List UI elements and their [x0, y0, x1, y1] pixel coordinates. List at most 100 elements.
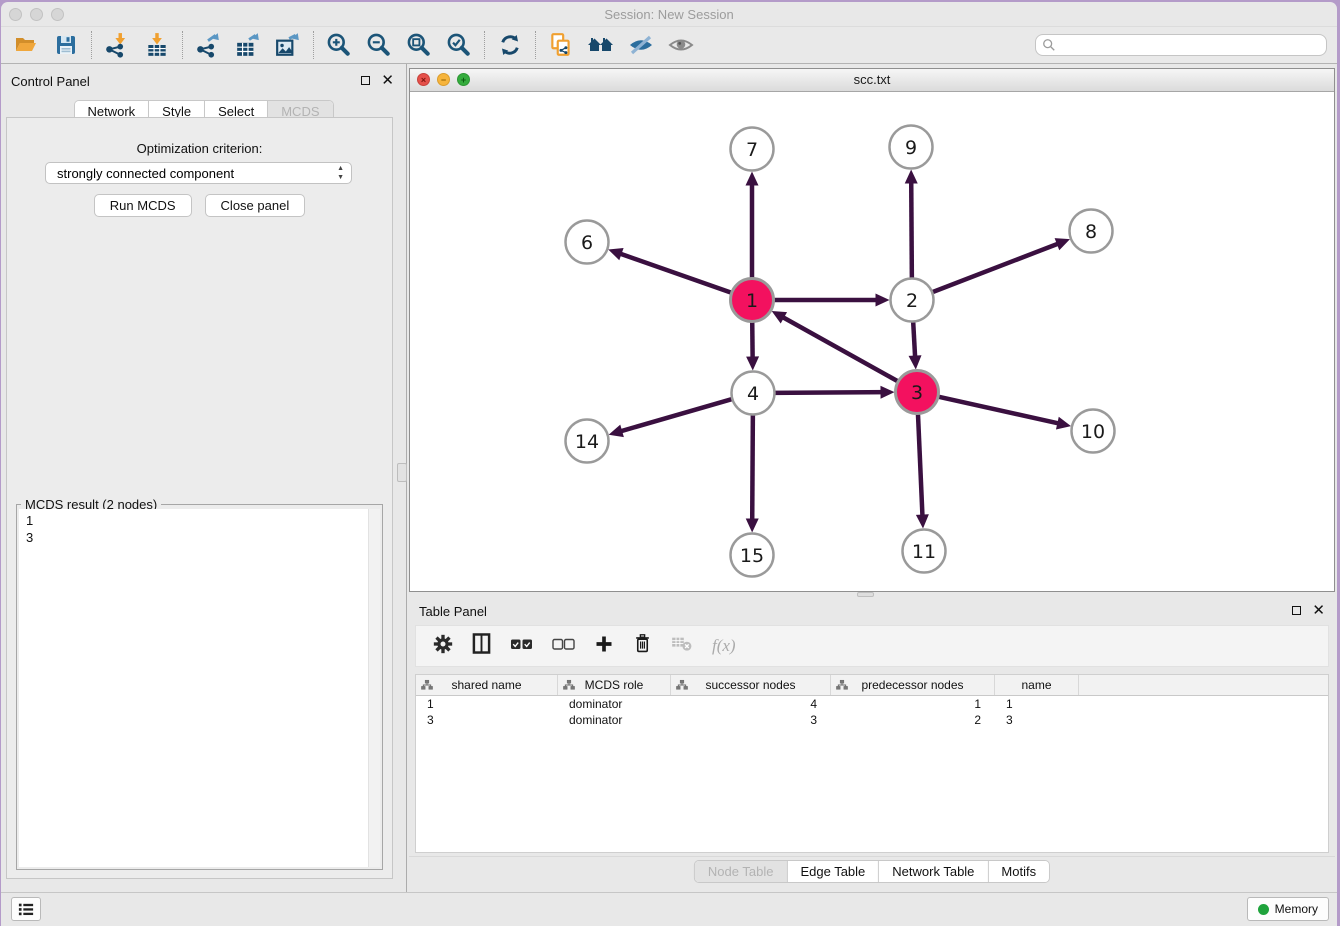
- mcds-result-textarea[interactable]: 13: [19, 509, 380, 867]
- scrollbar-track[interactable]: [368, 509, 380, 867]
- open-folder-icon[interactable]: [10, 31, 42, 59]
- graph-node-label: 11: [912, 541, 936, 563]
- column-header-shared-name[interactable]: shared name: [416, 675, 558, 695]
- status-bar: Memory: [1, 892, 1337, 926]
- network-canvas[interactable]: 7968124314101511: [410, 91, 1334, 592]
- table-cell[interactable]: dominator: [558, 712, 671, 728]
- network-window-title: scc.txt: [410, 72, 1334, 87]
- column-label: successor nodes: [705, 678, 795, 692]
- table-cell[interactable]: 1: [995, 696, 1079, 712]
- table-cell[interactable]: 1: [831, 696, 995, 712]
- graph-edge-4-3[interactable]: [772, 392, 886, 393]
- zoom-selected-icon[interactable]: [443, 31, 475, 59]
- close-panel-icon[interactable]: ✕: [1312, 605, 1325, 615]
- table-cell[interactable]: 4: [671, 696, 831, 712]
- table-row[interactable]: 3dominator323: [416, 712, 1328, 728]
- show-eye-icon[interactable]: [665, 31, 697, 59]
- arrowhead-icon: [609, 425, 624, 437]
- graph-edge-4-14[interactable]: [616, 398, 734, 432]
- column-header-name[interactable]: name: [995, 675, 1079, 695]
- close-panel-icon[interactable]: ✕: [381, 75, 394, 85]
- tab-network-table[interactable]: Network Table: [879, 861, 988, 882]
- mcds-result-line: 1: [26, 512, 380, 529]
- graph-edge-4-15[interactable]: [752, 412, 753, 524]
- select-all-checkboxes-icon[interactable]: [510, 637, 533, 656]
- run-mcds-button[interactable]: Run MCDS: [94, 194, 192, 217]
- graph-node-label: 3: [911, 382, 923, 404]
- refresh-icon[interactable]: [494, 31, 526, 59]
- function-builder-icon[interactable]: f(x): [712, 636, 736, 656]
- search-field[interactable]: [1035, 34, 1327, 56]
- table-row[interactable]: 1dominator411: [416, 696, 1328, 712]
- splitter-grip[interactable]: [397, 463, 407, 482]
- search-input[interactable]: [1056, 37, 1326, 53]
- zoom-in-icon[interactable]: [323, 31, 355, 59]
- arrowhead-icon: [746, 172, 759, 186]
- close-panel-button[interactable]: Close panel: [205, 194, 306, 217]
- table-toolbar: f(x): [415, 625, 1329, 667]
- table-cell[interactable]: dominator: [558, 696, 671, 712]
- table-cell[interactable]: 3: [995, 712, 1079, 728]
- tab-edge-table[interactable]: Edge Table: [787, 861, 879, 882]
- export-network-icon[interactable]: [192, 31, 224, 59]
- graph-node-label: 8: [1085, 221, 1097, 243]
- hide-eye-icon[interactable]: [625, 31, 657, 59]
- float-panel-icon[interactable]: [1292, 606, 1301, 615]
- graph-edge-2-3[interactable]: [913, 319, 915, 361]
- export-table-icon[interactable]: [232, 31, 264, 59]
- table-panel: Table Panel ✕ f(x) shared nameMCDS roles…: [409, 599, 1335, 888]
- column-header-successor-nodes[interactable]: successor nodes: [671, 675, 831, 695]
- import-table-icon[interactable]: [141, 31, 173, 59]
- graph-edge-3-1[interactable]: [779, 315, 900, 383]
- graph-edge-2-8[interactable]: [930, 242, 1062, 293]
- arrowhead-icon: [880, 386, 894, 399]
- arrowhead-icon: [876, 294, 890, 307]
- task-history-button[interactable]: [11, 897, 41, 921]
- column-header-MCDS-role[interactable]: MCDS role: [558, 675, 671, 695]
- criterion-dropdown-value: strongly connected component: [57, 166, 234, 181]
- mcds-result-lines: 13: [19, 509, 380, 546]
- delete-column-icon[interactable]: [671, 635, 693, 657]
- graph-node-label: 14: [575, 431, 599, 453]
- deselect-all-checkboxes-icon[interactable]: [552, 637, 575, 656]
- zoom-fit-icon[interactable]: [403, 31, 435, 59]
- home-network-icon[interactable]: [585, 31, 617, 59]
- table-cell[interactable]: 3: [416, 712, 558, 728]
- table-cell[interactable]: 3: [671, 712, 831, 728]
- table-header-row: shared name MCDS role successor nodes prede…: [416, 675, 1328, 696]
- export-image-icon[interactable]: [272, 31, 304, 59]
- graph-edge-2-9[interactable]: [911, 177, 912, 280]
- application-window: Session: New Session: [1, 2, 1337, 926]
- graph-edge-1-6[interactable]: [616, 252, 734, 293]
- tab-motifs[interactable]: Motifs: [988, 861, 1049, 882]
- graph-node-label: 2: [906, 290, 918, 312]
- graph-edge-3-10[interactable]: [936, 396, 1063, 424]
- add-column-icon[interactable]: [594, 634, 614, 659]
- table-cell[interactable]: 1: [416, 696, 558, 712]
- zoom-out-icon[interactable]: [363, 31, 395, 59]
- arrowhead-icon: [916, 514, 929, 528]
- node-table: shared name MCDS role successor nodes prede…: [415, 674, 1329, 853]
- float-panel-icon[interactable]: [361, 76, 370, 85]
- graph-node-label: 6: [581, 232, 593, 254]
- graph-node-label: 7: [746, 139, 758, 161]
- copy-document-icon[interactable]: [545, 31, 577, 59]
- graph-edge-3-11[interactable]: [918, 411, 923, 520]
- network-window-titlebar[interactable]: × − + scc.txt: [410, 69, 1334, 92]
- column-header-predecessor-nodes[interactable]: predecessor nodes: [831, 675, 995, 695]
- table-panel-title: Table Panel: [419, 604, 487, 619]
- memory-button[interactable]: Memory: [1247, 897, 1329, 921]
- splitter-grip[interactable]: [857, 592, 874, 597]
- tab-node-table[interactable]: Node Table: [695, 861, 788, 882]
- column-label: shared name: [451, 678, 521, 692]
- criterion-dropdown[interactable]: strongly connected component ▲▼: [45, 162, 352, 184]
- gear-icon[interactable]: [433, 634, 453, 659]
- import-network-icon[interactable]: [101, 31, 133, 59]
- arrowhead-icon: [746, 518, 759, 532]
- columns-icon[interactable]: [472, 633, 491, 659]
- save-icon[interactable]: [50, 31, 82, 59]
- table-cell[interactable]: 2: [831, 712, 995, 728]
- graph-node-label: 1: [746, 290, 758, 312]
- trash-icon[interactable]: [633, 633, 652, 659]
- graph-node-label: 9: [905, 137, 917, 159]
